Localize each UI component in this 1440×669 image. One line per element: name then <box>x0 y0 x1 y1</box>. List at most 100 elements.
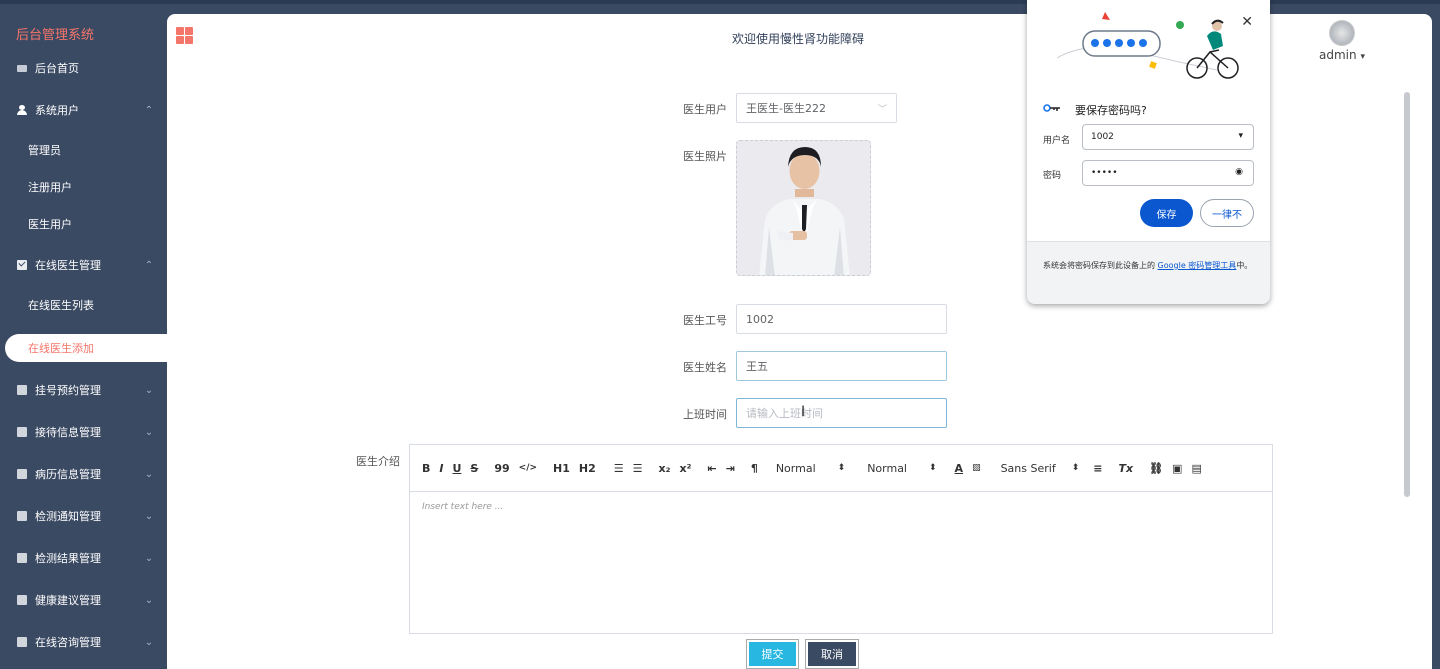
sidebar-item-health-advice[interactable]: 健康建议管理 ⌄ <box>0 581 167 619</box>
sidebar-item-doctor-users[interactable]: 医生用户 <box>0 206 167 242</box>
sidebar-item-doctor-add[interactable]: 在线医生添加 <box>5 334 173 362</box>
header-select[interactable]: Normal <box>867 462 907 475</box>
sidebar-item-medical-records[interactable]: 病历信息管理 ⌄ <box>0 455 167 493</box>
checkbox-icon <box>17 511 27 521</box>
app-title: 后台管理系统 <box>16 28 95 43</box>
username-field[interactable]: 1002 ▾ <box>1082 124 1254 150</box>
sidebar-item-consultation[interactable]: 在线咨询管理 ⌄ <box>0 623 167 661</box>
doctor-id-label: 医生工号 <box>683 314 727 327</box>
font-select[interactable]: Sans Serif <box>1001 462 1056 475</box>
eye-icon[interactable]: ◉ <box>1235 167 1243 177</box>
doctor-photo-upload[interactable] <box>736 140 871 276</box>
sidebar-item-label: 在线医生添加 <box>28 342 94 355</box>
subscript-button[interactable]: x₂ <box>659 462 671 475</box>
menu-grid-icon[interactable] <box>176 27 193 44</box>
code-button[interactable]: </> <box>519 463 537 473</box>
save-password-button[interactable]: 保存 <box>1140 199 1193 227</box>
sidebar-item-online-doctors[interactable]: 在线医生管理 ⌃ <box>0 246 167 284</box>
strike-button[interactable]: S <box>470 462 478 475</box>
sidebar-item-label: 挂号预约管理 <box>35 384 101 397</box>
user-icon <box>17 105 27 115</box>
sidebar-item-admins[interactable]: 管理员 <box>0 132 167 168</box>
superscript-button[interactable]: x² <box>679 462 691 475</box>
background-color-icon[interactable]: ▧ <box>972 463 981 473</box>
user-name: admin ▾ <box>1319 48 1365 62</box>
sidebar-item-label: 系统用户 <box>35 104 79 117</box>
sidebar-item-label: 在线医生列表 <box>28 299 94 312</box>
editor-toolbar: B I U S 99 </> H1 H2 ☰ ☰ x₂ x² ⇤ ⇥ ¶ Nor… <box>410 445 1272 492</box>
chevron-down-icon: ⌄ <box>144 426 154 438</box>
username-label: 用户名 <box>1043 136 1071 146</box>
footer-text: 系统会将密码保存到此设备上的 <box>1043 261 1158 270</box>
italic-button[interactable]: I <box>439 462 443 475</box>
sidebar-item-home[interactable]: 后台首页 <box>0 49 167 87</box>
user-menu[interactable]: admin ▾ <box>1319 20 1365 62</box>
rich-text-editor[interactable]: B I U S 99 </> H1 H2 ☰ ☰ x₂ x² ⇤ ⇥ ¶ Nor… <box>409 444 1273 634</box>
updown-caret-icon: ⬍ <box>1071 463 1080 473</box>
checkbox-icon <box>17 637 27 647</box>
select-value: 王医生-医生222 <box>746 102 826 115</box>
doctor-name-field[interactable]: 王五 <box>736 351 947 381</box>
work-time-field[interactable]: 请输入上班时间 <box>736 398 947 428</box>
font-color-icon[interactable]: A <box>955 462 964 475</box>
scrollbar[interactable] <box>1404 92 1410 497</box>
caret-down-icon[interactable]: ▾ <box>1238 131 1243 141</box>
password-label: 密码 <box>1043 171 1062 181</box>
sidebar-item-label: 检测通知管理 <box>35 510 101 523</box>
bold-button[interactable]: B <box>422 462 430 475</box>
doctor-photo-label: 医生照片 <box>683 150 727 163</box>
sidebar-item-doctor-list[interactable]: 在线医生列表 <box>0 287 167 323</box>
close-icon[interactable]: ✕ <box>1241 14 1253 30</box>
submit-button[interactable]: 提交 <box>746 639 799 669</box>
align-icon[interactable]: ≡ <box>1093 462 1102 475</box>
sidebar-item-label: 检测结果管理 <box>35 552 101 565</box>
outdent-icon[interactable]: ⇤ <box>707 462 716 475</box>
underline-button[interactable]: U <box>452 462 461 475</box>
blockquote-button[interactable]: 99 <box>494 462 509 475</box>
sidebar-item-label: 注册用户 <box>28 181 72 194</box>
link-icon[interactable]: ⛓ <box>1149 462 1163 475</box>
h2-button[interactable]: H2 <box>579 462 596 475</box>
sidebar-item-label: 接待信息管理 <box>35 426 101 439</box>
chevron-up-icon: ⌃ <box>144 104 154 116</box>
username-value: 1002 <box>1091 132 1114 142</box>
ordered-list-icon[interactable]: ☰ <box>614 462 624 475</box>
sidebar-item-registered-users[interactable]: 注册用户 <box>0 169 167 205</box>
editor-placeholder: Insert text here ... <box>422 502 504 512</box>
avatar <box>1329 20 1355 46</box>
doctor-user-select[interactable]: 王医生-医生222 ﹀ <box>736 93 897 123</box>
cancel-button[interactable]: 取消 <box>805 639 859 669</box>
chevron-down-icon: ⌄ <box>144 552 154 564</box>
text-cursor-icon: I <box>801 404 806 420</box>
sidebar-item-system-users[interactable]: 系统用户 ⌃ <box>0 91 167 129</box>
checkbox-icon <box>17 385 27 395</box>
image-icon[interactable]: ▣ <box>1172 462 1182 475</box>
sidebar-item-label: 健康建议管理 <box>35 594 101 607</box>
h1-button[interactable]: H1 <box>553 462 570 475</box>
sidebar-item-test-notices[interactable]: 检测通知管理 ⌄ <box>0 497 167 535</box>
never-save-button[interactable]: 一律不 <box>1200 199 1254 227</box>
size-select[interactable]: Normal <box>776 462 816 475</box>
password-field[interactable]: ••••• ◉ <box>1082 160 1254 186</box>
doctor-id-field[interactable]: 1002 <box>736 304 947 334</box>
updown-caret-icon: ⬍ <box>929 463 937 473</box>
clear-format-button[interactable]: Tx <box>1118 462 1133 475</box>
doctor-intro-label: 医生介绍 <box>356 455 400 468</box>
indent-icon[interactable]: ⇥ <box>726 462 735 475</box>
chevron-down-icon: ⌄ <box>144 636 154 648</box>
bullet-list-icon[interactable]: ☰ <box>633 462 643 475</box>
sidebar-item-test-results[interactable]: 检测结果管理 ⌄ <box>0 539 167 577</box>
password-manager-link[interactable]: Google 密码管理工具 <box>1158 261 1237 270</box>
chevron-down-icon: ﹀ <box>877 105 887 115</box>
sidebar-item-appointments[interactable]: 挂号预约管理 ⌄ <box>0 371 167 409</box>
video-icon[interactable]: ▤ <box>1191 462 1201 475</box>
doctor-user-label: 医生用户 <box>683 103 727 116</box>
text-direction-icon[interactable]: ¶ <box>751 462 758 475</box>
work-time-label: 上班时间 <box>683 408 727 421</box>
sidebar-item-label: 后台首页 <box>35 62 79 75</box>
password-illustration <box>1056 12 1239 79</box>
sidebar-item-label: 在线医生管理 <box>35 259 101 272</box>
checkbox-icon <box>17 469 27 479</box>
checkbox-icon <box>17 427 27 437</box>
sidebar-item-reception[interactable]: 接待信息管理 ⌄ <box>0 413 167 451</box>
